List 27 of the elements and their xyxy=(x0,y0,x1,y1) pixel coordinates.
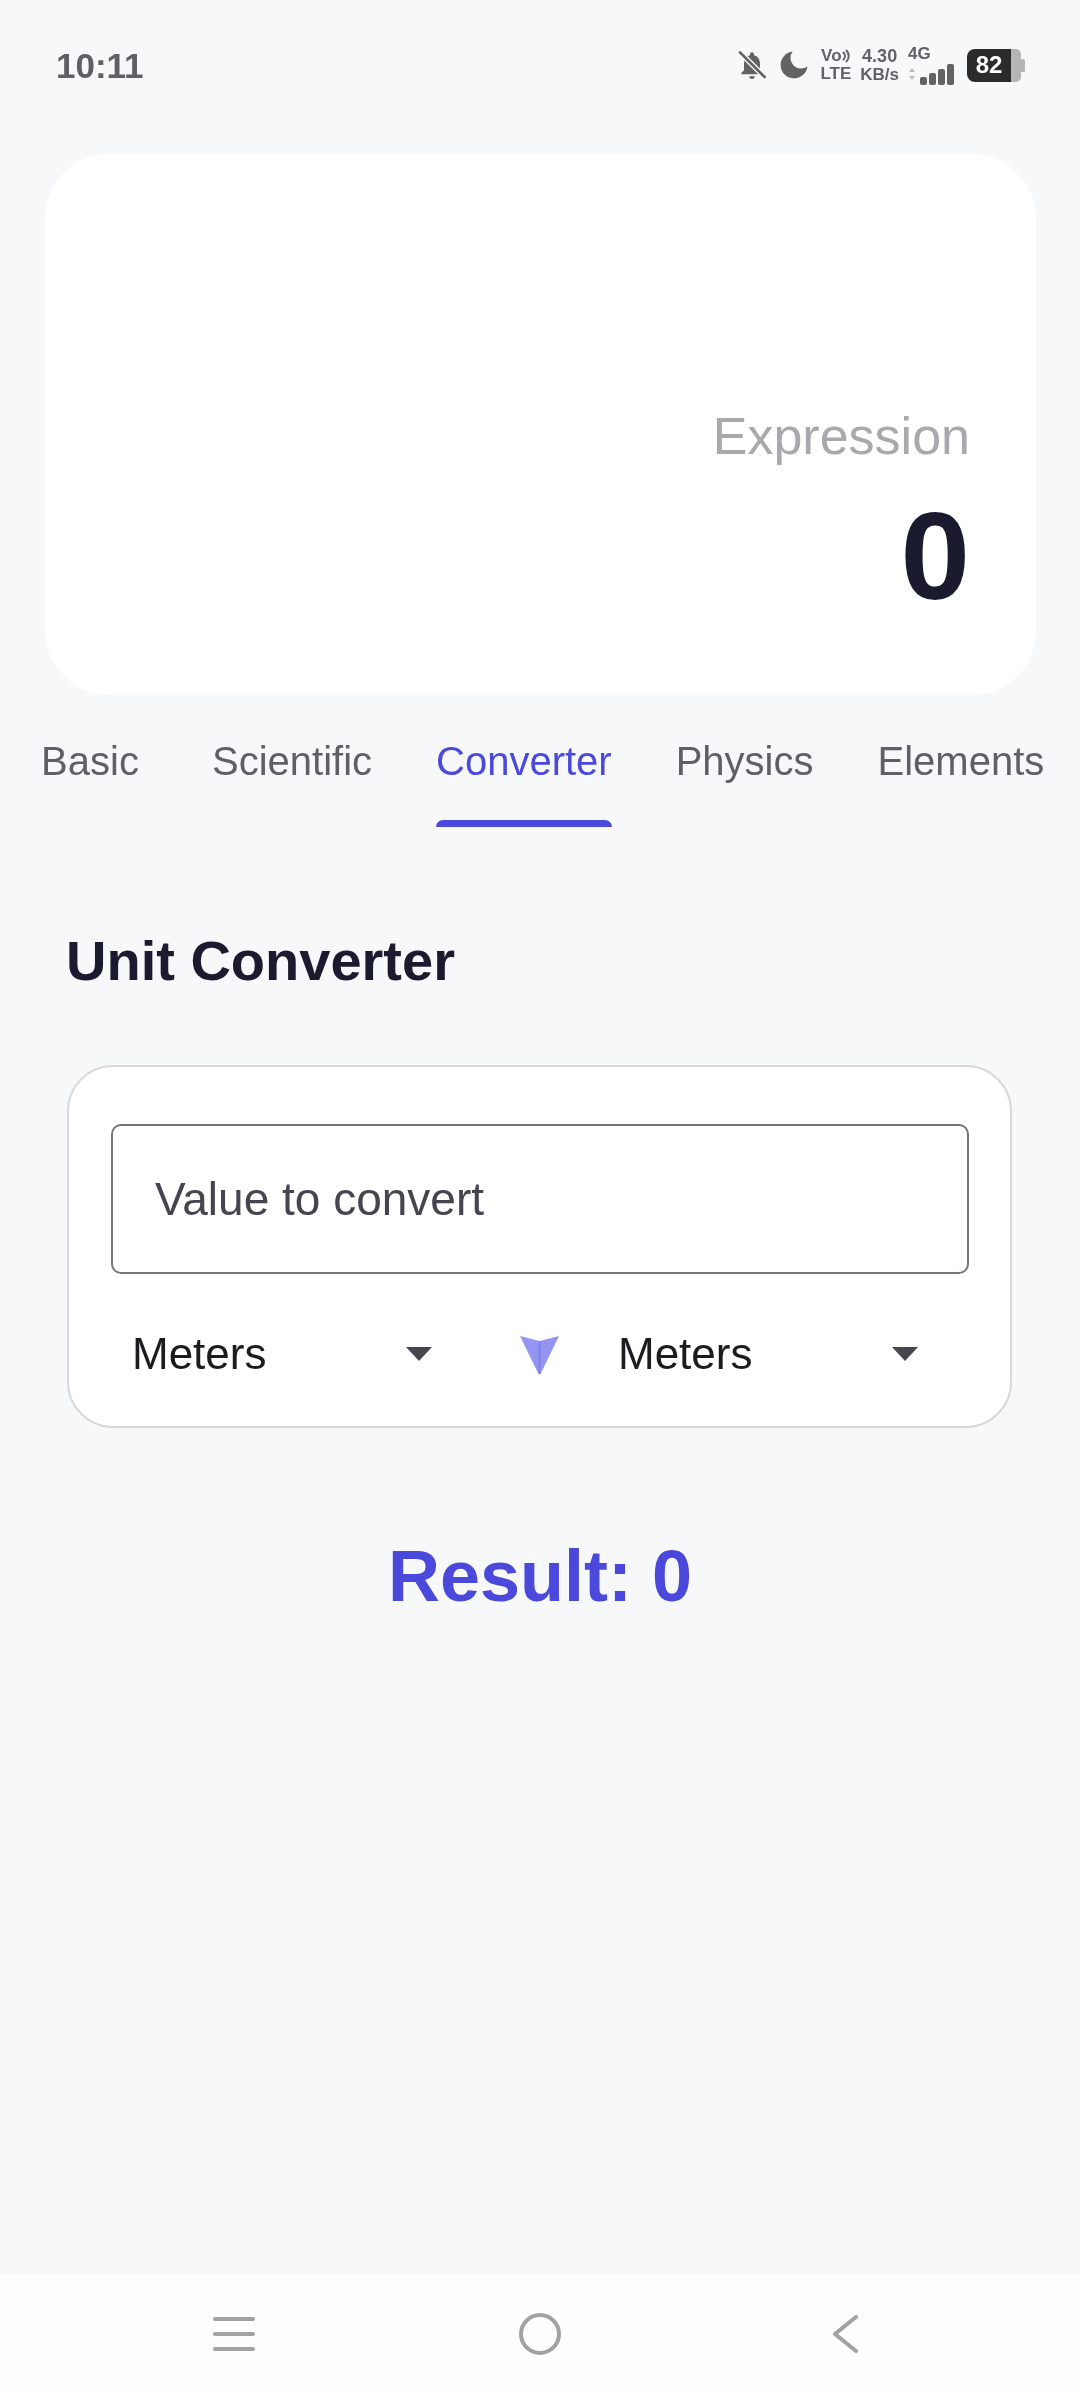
wave-icon xyxy=(841,49,851,64)
battery-end-icon xyxy=(1011,48,1025,82)
battery-percentage: 82 xyxy=(967,48,1011,82)
muted-bell-icon xyxy=(736,49,769,81)
lte-label: LTE xyxy=(820,65,852,83)
caret-icon xyxy=(406,1347,432,1361)
conversion-result: Result: 0 xyxy=(386,1535,694,1618)
tab[interactable]: Physics xyxy=(643,737,846,827)
menu-icon[interactable] xyxy=(213,2316,255,2351)
to-unit-dropdown[interactable]: Meters xyxy=(618,1324,918,1384)
clock-time: 10:11 xyxy=(56,47,144,83)
volte-label: Vo xyxy=(821,47,842,65)
arrowhead-icon[interactable] xyxy=(519,1333,560,1375)
network-type: 4G xyxy=(908,45,931,63)
tab[interactable]: Elements xyxy=(845,737,1077,827)
tab[interactable]: Basic xyxy=(0,737,180,827)
section-title: Unit Converter xyxy=(66,928,456,994)
caret-icon xyxy=(892,1347,918,1361)
network-speed: 4.30 xyxy=(862,46,898,66)
tab[interactable]: Converter xyxy=(404,737,644,827)
from-unit-dropdown[interactable]: Meters xyxy=(132,1324,432,1384)
value-input[interactable]: Value to convert xyxy=(111,1124,969,1274)
home-icon[interactable] xyxy=(519,2312,561,2355)
speed-unit: KB/s xyxy=(860,65,899,84)
result-display: 0 xyxy=(900,493,970,618)
back-icon[interactable] xyxy=(832,2314,859,2353)
tab[interactable]: Scientific xyxy=(180,737,405,827)
